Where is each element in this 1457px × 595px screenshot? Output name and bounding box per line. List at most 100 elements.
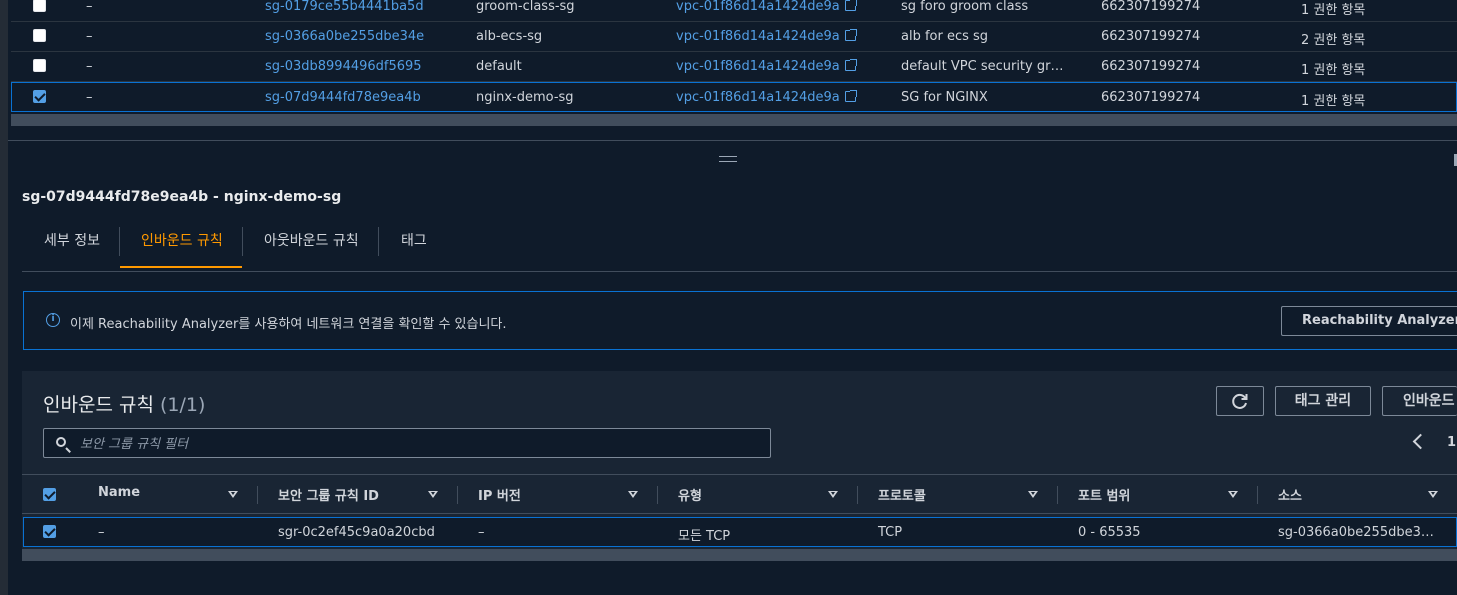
- external-link-icon: [844, 29, 857, 41]
- tab-inbound-rules[interactable]: 인바운드 규칙: [120, 226, 242, 268]
- rules-count-cell: 1 권한 항목: [1301, 63, 1366, 78]
- sort-caret-icon[interactable]: [1428, 491, 1438, 498]
- sg-id-link[interactable]: sg-03db8994496df5695: [265, 59, 422, 74]
- rule-id-cell: sgr-0c2ef45c9a0a20cbd: [278, 525, 435, 540]
- column-header-rule-id[interactable]: 보안 그룹 규칙 ID: [278, 485, 379, 504]
- description-cell: SG for NGINX: [901, 90, 988, 105]
- column-divider: [1257, 486, 1258, 504]
- split-divider: [8, 140, 1457, 141]
- column-header-name[interactable]: Name: [98, 485, 140, 500]
- column-divider: [457, 486, 458, 504]
- tab-outbound-rules[interactable]: 아웃바운드 규칙: [264, 226, 359, 270]
- column-header-protocol[interactable]: 프로토콜: [878, 485, 926, 504]
- sort-caret-icon[interactable]: [228, 491, 238, 498]
- rules-table-header: Name 보안 그룹 규칙 ID IP 버전 유형 프로토콜 포트 범위 소스: [22, 474, 1457, 514]
- rules-count-cell: 1 권한 항목: [1301, 3, 1366, 18]
- sg-id-link[interactable]: sg-0179ce55b4441ba5d: [265, 0, 424, 14]
- tab-details[interactable]: 세부 정보: [44, 226, 100, 270]
- name-tag-cell: –: [86, 90, 93, 105]
- sort-caret-icon[interactable]: [828, 491, 838, 498]
- table-row[interactable]: – sg-0366a0be255dbe34e alb-ecs-sg vpc-01…: [11, 22, 1457, 52]
- column-header-type[interactable]: 유형: [678, 485, 702, 504]
- column-divider: [257, 486, 258, 504]
- owner-cell: 662307199274: [1101, 0, 1201, 14]
- manage-tags-button[interactable]: 태그 관리: [1275, 386, 1371, 416]
- column-header-source[interactable]: 소스: [1278, 485, 1302, 504]
- source-cell: sg-0366a0be255dbe3…: [1278, 525, 1434, 540]
- info-icon: i: [46, 313, 60, 327]
- name-tag-cell: –: [86, 0, 93, 14]
- group-name-cell: alb-ecs-sg: [476, 29, 543, 44]
- tab-tags[interactable]: 태그: [401, 226, 427, 270]
- group-name-cell: default: [476, 59, 522, 74]
- vpc-id-text: vpc-01f86d14a1424de9a: [676, 59, 840, 74]
- vpc-id-text: vpc-01f86d14a1424de9a: [676, 90, 840, 105]
- sort-caret-icon[interactable]: [1028, 491, 1038, 498]
- description-cell: alb for ecs sg: [901, 29, 989, 44]
- description-cell: sg foro groom class: [901, 0, 1029, 14]
- resize-handle-icon[interactable]: [719, 156, 737, 162]
- vpc-id-link[interactable]: vpc-01f86d14a1424de9a: [676, 29, 857, 44]
- info-banner-text: 이제 Reachability Analyzer를 사용하여 네트워크 연결을 …: [70, 317, 507, 332]
- column-header-ip-version[interactable]: IP 버전: [478, 485, 521, 504]
- table-row[interactable]: – sg-03db8994496df5695 default vpc-01f86…: [11, 52, 1457, 82]
- vpc-id-text: vpc-01f86d14a1424de9a: [676, 0, 840, 14]
- rules-filter: [43, 428, 771, 458]
- column-header-port-range[interactable]: 포트 범위: [1078, 485, 1130, 504]
- table-row-selected[interactable]: – sg-07d9444fd78e9ea4b nginx-demo-sg vpc…: [11, 82, 1457, 112]
- left-panel-edge: [0, 0, 8, 595]
- inbound-rules-panel: 인바운드 규칙 (1/1) 태그 관리 인바운드 규칙 편집 1 Name 보안…: [22, 371, 1457, 561]
- row-checkbox-checked[interactable]: [43, 525, 56, 538]
- current-page[interactable]: 1: [1447, 435, 1456, 450]
- sg-id-link[interactable]: sg-07d9444fd78e9ea4b: [265, 90, 421, 105]
- vpc-id-text: vpc-01f86d14a1424de9a: [676, 29, 840, 44]
- column-divider: [857, 486, 858, 504]
- tab-divider: [242, 227, 243, 256]
- sg-id-link[interactable]: sg-0366a0be255dbe34e: [265, 29, 424, 44]
- vpc-id-link[interactable]: vpc-01f86d14a1424de9a: [676, 0, 857, 14]
- sort-caret-icon[interactable]: [1228, 491, 1238, 498]
- description-cell: default VPC security gr…: [901, 59, 1064, 74]
- horizontal-scrollbar[interactable]: [11, 114, 1457, 126]
- rules-filter-input[interactable]: [78, 433, 762, 455]
- ip-version-cell: –: [478, 525, 485, 540]
- port-range-cell: 0 - 65535: [1078, 525, 1141, 540]
- inbound-rules-count: (1/1): [159, 394, 206, 416]
- protocol-cell: TCP: [878, 525, 903, 540]
- group-name-cell: groom-class-sg: [476, 0, 575, 14]
- detail-title: sg-07d9444fd78e9ea4b - nginx-demo-sg: [22, 189, 342, 205]
- tab-divider: [378, 227, 379, 256]
- inbound-rules-title: 인바운드 규칙: [43, 394, 154, 416]
- owner-cell: 662307199274: [1101, 90, 1201, 105]
- search-icon: [56, 437, 66, 447]
- rules-count-cell: 1 권한 항목: [1301, 94, 1366, 109]
- refresh-button[interactable]: [1216, 386, 1264, 416]
- rules-count-cell: 2 권한 항목: [1301, 33, 1366, 48]
- row-checkbox[interactable]: [33, 0, 46, 12]
- column-divider: [657, 486, 658, 504]
- row-checkbox-checked[interactable]: [33, 90, 46, 103]
- inbound-rules-heading: 인바운드 규칙 (1/1): [43, 390, 205, 417]
- name-tag-cell: –: [86, 29, 93, 44]
- sort-caret-icon[interactable]: [428, 491, 438, 498]
- owner-cell: 662307199274: [1101, 29, 1201, 44]
- external-link-icon: [844, 0, 857, 11]
- reachability-analyzer-button[interactable]: Reachability Analyzer 실행: [1281, 306, 1457, 336]
- row-checkbox[interactable]: [33, 59, 46, 72]
- detail-tabs: 세부 정보 인바운드 규칙 아웃바운드 규칙 태그: [22, 226, 1457, 272]
- select-all-checkbox[interactable]: [43, 488, 56, 501]
- column-divider: [1057, 486, 1058, 504]
- table-row-selected[interactable]: – sgr-0c2ef45c9a0a20cbd – 모든 TCP TCP 0 -…: [23, 517, 1457, 547]
- horizontal-scrollbar[interactable]: [22, 549, 1457, 561]
- row-checkbox[interactable]: [33, 29, 46, 42]
- vpc-id-link[interactable]: vpc-01f86d14a1424de9a: [676, 59, 857, 74]
- external-link-icon: [844, 59, 857, 71]
- vpc-id-link[interactable]: vpc-01f86d14a1424de9a: [676, 90, 857, 105]
- chevron-left-icon[interactable]: [1412, 433, 1429, 450]
- owner-cell: 662307199274: [1101, 59, 1201, 74]
- type-cell: 모든 TCP: [678, 529, 731, 544]
- external-link-icon: [844, 90, 857, 102]
- table-row[interactable]: – sg-0179ce55b4441ba5d groom-class-sg vp…: [11, 0, 1457, 22]
- edit-inbound-rules-button[interactable]: 인바운드 규칙 편집: [1382, 386, 1457, 416]
- sort-caret-icon[interactable]: [628, 491, 638, 498]
